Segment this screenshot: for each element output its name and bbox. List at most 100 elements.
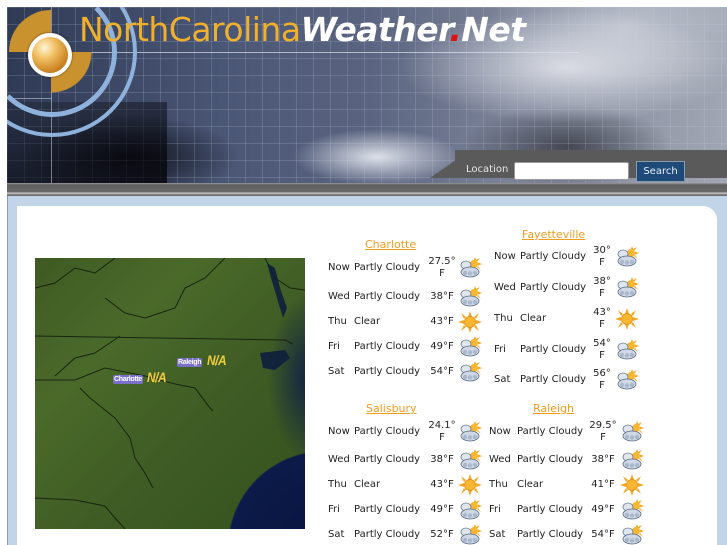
forecast-condition: Partly Cloudy: [354, 504, 421, 515]
forecast-day: Fri: [328, 341, 340, 352]
forecast-condition: Clear: [354, 479, 381, 490]
forecast-condition: Partly Cloudy: [520, 374, 587, 385]
city-link-raleigh[interactable]: Raleigh: [533, 402, 574, 415]
forecast-temperature: 27.5° F: [428, 256, 456, 279]
partly-cloudy-icon: [458, 449, 482, 471]
forecast-day: Sat: [328, 529, 345, 540]
partly-cloudy-icon: [458, 499, 482, 521]
city-link-fayetteville[interactable]: Fayetteville: [522, 228, 585, 241]
map-value-charlotte: N/A: [147, 369, 167, 385]
forecast-day: Fri: [489, 504, 501, 515]
forecast-day: Now: [328, 426, 350, 437]
forecast-temperature: 49°F: [430, 504, 454, 515]
location-label: Location: [466, 164, 509, 175]
forecast-temperature: 49°F: [430, 341, 454, 352]
map-label-raleigh[interactable]: Raleigh: [177, 358, 203, 367]
forecast-day: Sat: [328, 366, 345, 377]
partly-cloudy-icon: [615, 277, 639, 299]
sun-icon: [615, 308, 639, 330]
partly-cloudy-icon: [620, 421, 644, 443]
partly-cloudy-icon: [620, 499, 644, 521]
partly-cloudy-icon: [620, 524, 644, 545]
partly-cloudy-icon: [458, 336, 482, 358]
forecast-temperature: 43°F: [430, 479, 454, 490]
forecast-day: Wed: [328, 454, 350, 465]
state-border-tn: [54, 335, 121, 377]
forecast-temperature: 52°F: [430, 529, 454, 540]
title-underline: [59, 52, 579, 53]
partly-cloudy-icon: [615, 246, 639, 268]
partly-cloudy-icon: [458, 361, 482, 383]
partly-cloudy-icon: [615, 339, 639, 361]
forecast-day: Now: [328, 262, 350, 273]
pamlico-sound: [260, 350, 290, 370]
forecast-condition: Partly Cloudy: [354, 529, 421, 540]
forecast-temperature: 38°F: [430, 291, 454, 302]
map-borders: [35, 258, 305, 529]
forecast-day: Sat: [494, 374, 511, 385]
forecast-day: Wed: [489, 454, 511, 465]
globe-logo-icon[interactable]: [28, 33, 72, 77]
forecast-condition: Partly Cloudy: [354, 426, 421, 437]
site-title-net: Net: [461, 10, 526, 49]
partly-cloudy-icon: [458, 524, 482, 545]
header-band: [7, 183, 727, 196]
state-border-sc-ga: [79, 387, 154, 489]
forecast-day: Fri: [328, 504, 340, 515]
partly-cloudy-icon: [458, 286, 482, 308]
forecast-temperature: 38°F: [591, 454, 615, 465]
forecast-condition: Partly Cloudy: [517, 426, 584, 437]
forecast-condition: Partly Cloudy: [517, 454, 584, 465]
forecast-condition: Clear: [517, 479, 544, 490]
chesapeake-bay: [267, 263, 287, 318]
forecast-day: Thu: [489, 479, 508, 490]
site-title[interactable]: NorthCarolinaWeather.Net: [79, 11, 526, 49]
sun-icon: [458, 311, 482, 333]
forecast-temperature: 38°F: [430, 454, 454, 465]
city-link-charlotte[interactable]: Charlotte: [365, 238, 416, 251]
forecast-day: Wed: [494, 282, 516, 293]
site-title-weather: Weather: [300, 10, 450, 49]
forecast-temperature: 56° F: [593, 368, 611, 391]
partly-cloudy-icon: [615, 369, 639, 391]
forecast-condition: Partly Cloudy: [520, 251, 587, 262]
location-input[interactable]: [514, 162, 629, 180]
sun-icon: [620, 474, 644, 496]
forecast-condition: Clear: [520, 313, 547, 324]
forecast-day: Thu: [494, 313, 513, 324]
forecast-temperature: 30° F: [593, 245, 611, 268]
partly-cloudy-icon: [458, 257, 482, 279]
forecast-temperature: 29.5° F: [589, 420, 617, 443]
forecast-day: Thu: [328, 316, 347, 327]
forecast-condition: Clear: [354, 316, 381, 327]
sun-icon: [458, 474, 482, 496]
forecast-condition: Partly Cloudy: [517, 529, 584, 540]
forecast-condition: Partly Cloudy: [354, 341, 421, 352]
city-link-salisbury[interactable]: Salisbury: [366, 402, 417, 415]
map-value-raleigh: N/A: [207, 352, 227, 368]
forecast-temperature: 54°F: [591, 529, 615, 540]
forecast-day: Now: [489, 426, 511, 437]
forecast-temperature: 54°F: [430, 366, 454, 377]
partly-cloudy-icon: [458, 421, 482, 443]
search-button[interactable]: Search: [636, 161, 685, 182]
forecast-temperature: 24.1° F: [428, 420, 456, 443]
forecast-temperature: 49°F: [591, 504, 615, 515]
site-title-dot: .: [449, 10, 462, 49]
forecast-temperature: 38°F: [593, 276, 611, 299]
nc-weather-map[interactable]: Raleigh N/A Charlotte N/A: [35, 258, 305, 529]
state-border-ga-fl: [35, 497, 126, 529]
forecast-condition: Partly Cloudy: [520, 344, 587, 355]
forecast-temperature: 43°F: [430, 316, 454, 327]
forecast-day: Now: [494, 251, 516, 262]
forecast-condition: Partly Cloudy: [520, 282, 587, 293]
forecast-temperature: 54°F: [593, 338, 611, 361]
partly-cloudy-icon: [620, 449, 644, 471]
map-label-charlotte[interactable]: Charlotte: [113, 375, 144, 384]
forecast-condition: Partly Cloudy: [354, 366, 421, 377]
forecast-day: Thu: [328, 479, 347, 490]
forecast-condition: Partly Cloudy: [517, 504, 584, 515]
forecast-temperature: 41°F: [591, 479, 615, 490]
state-border-va-nc: [35, 335, 294, 345]
forecast-day: Fri: [494, 344, 506, 355]
